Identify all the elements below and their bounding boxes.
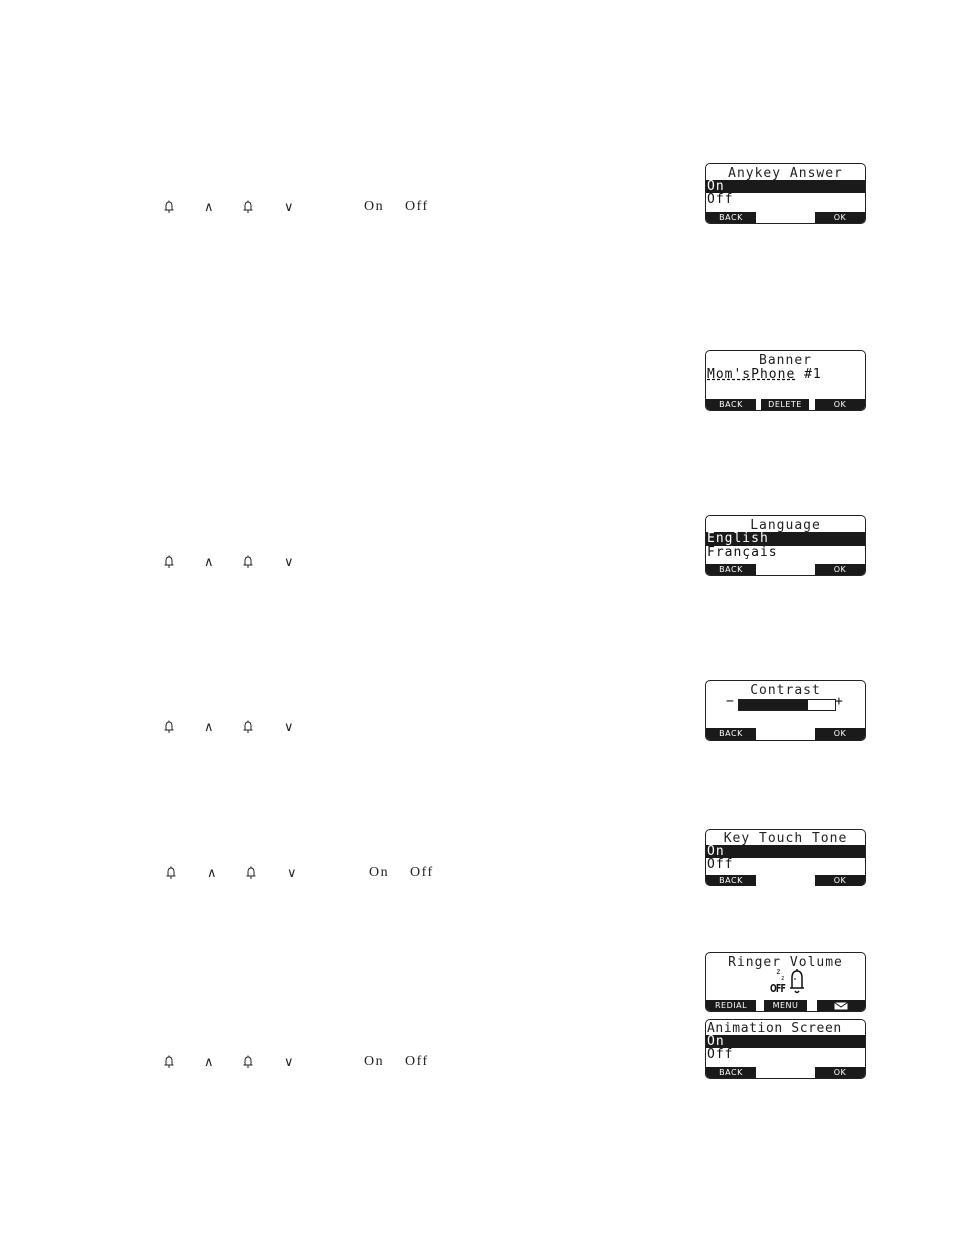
menu-option-off[interactable]: Off [706, 858, 865, 871]
up-arrow-icon: ∧ [204, 719, 214, 734]
menu-option-off[interactable]: Off [706, 193, 865, 206]
ok-softkey[interactable]: OK [815, 564, 865, 575]
down-arrow-icon: ∨ [287, 865, 297, 880]
option-off: Off [405, 1054, 429, 1069]
softkey-bar: BACK OK [706, 875, 865, 886]
softkey-bar: REDIAL MENU [706, 1000, 865, 1011]
ringer-off-label: OFF [770, 982, 786, 995]
screen-title: Animation Screen [707, 1021, 842, 1036]
key-touch-tone-screen: Key Touch Tone On Off BACK OK [705, 829, 866, 886]
option-off: Off [405, 199, 429, 214]
back-softkey[interactable]: BACK [706, 875, 756, 886]
bell-icon [243, 555, 253, 568]
redial-softkey[interactable]: REDIAL [706, 1000, 756, 1011]
softkey-bar: BACK OK [706, 728, 865, 740]
menu-option-off[interactable]: Off [706, 1048, 865, 1061]
up-arrow-icon: ∧ [204, 199, 214, 214]
softkey-bar: BACK OK [706, 1067, 865, 1078]
ok-softkey[interactable]: OK [815, 399, 865, 410]
contrast-level-bar[interactable] [738, 699, 836, 711]
contrast-screen: Contrast − + BACK OK [705, 680, 866, 741]
back-softkey[interactable]: BACK [706, 564, 756, 575]
ok-softkey[interactable]: OK [815, 875, 865, 886]
screen-title: Banner [759, 353, 812, 368]
banner-screen: Banner Mom'sPhone #1 BACK DELETE OK [705, 350, 866, 411]
option-on: On [369, 865, 390, 880]
bell-icon [164, 1055, 174, 1068]
back-softkey[interactable]: BACK [706, 728, 756, 740]
animation-screen-screen: Animation Screen On Off BACK OK [705, 1019, 866, 1079]
banner-suffix: #1 [795, 367, 822, 382]
bell-icon [243, 1055, 253, 1068]
anykey-answer-screen: Anykey Answer On Off BACK OK [705, 163, 866, 224]
screen-title: Anykey Answer [728, 166, 843, 181]
svg-text:z: z [781, 975, 785, 982]
bell-icon [166, 866, 176, 879]
bell-icon [243, 200, 253, 213]
ok-softkey[interactable]: OK [815, 728, 865, 740]
back-softkey[interactable]: BACK [706, 1067, 756, 1078]
contrast-increase: + [835, 694, 843, 709]
ok-softkey[interactable]: OK [815, 1067, 865, 1078]
up-arrow-icon: ∧ [207, 865, 217, 880]
option-off: Off [410, 865, 434, 880]
option-on: On [364, 1054, 385, 1069]
bell-icon [243, 720, 253, 733]
option-on: On [364, 199, 385, 214]
menu-option-english[interactable]: English [706, 532, 865, 546]
down-arrow-icon: ∨ [284, 199, 294, 214]
up-arrow-icon: ∧ [204, 1054, 214, 1069]
banner-name: Mom'sPhone [707, 367, 796, 382]
menu-softkey[interactable]: MENU [764, 1000, 807, 1011]
down-arrow-icon: ∨ [284, 719, 294, 734]
softkey-bar: BACK OK [706, 212, 865, 223]
down-arrow-icon: ∨ [284, 554, 294, 569]
bell-icon [164, 200, 174, 213]
softkey-bar: BACK DELETE OK [706, 399, 865, 410]
down-arrow-icon: ∨ [284, 1054, 294, 1069]
up-arrow-icon: ∧ [204, 554, 214, 569]
banner-text-field[interactable]: Mom'sPhone #1 [706, 367, 865, 382]
bell-icon [164, 555, 174, 568]
back-softkey[interactable]: BACK [706, 399, 756, 410]
envelope-icon [834, 1001, 848, 1009]
softkey-bar: BACK OK [706, 564, 865, 575]
back-softkey[interactable]: BACK [706, 212, 756, 223]
message-softkey[interactable] [817, 1000, 865, 1011]
delete-softkey[interactable]: DELETE [761, 399, 809, 410]
language-screen: Language English Français BACK OK [705, 515, 866, 576]
bell-icon [246, 866, 256, 879]
contrast-level-fill [739, 700, 809, 710]
bell-icon [164, 720, 174, 733]
contrast-decrease: − [726, 694, 734, 709]
ringer-volume-screen: Ringer Volume z z OFF REDIAL MENU [705, 952, 866, 1012]
screen-title: Key Touch Tone [723, 831, 848, 846]
ok-softkey[interactable]: OK [815, 212, 865, 223]
menu-option-francais[interactable]: Français [706, 546, 865, 560]
